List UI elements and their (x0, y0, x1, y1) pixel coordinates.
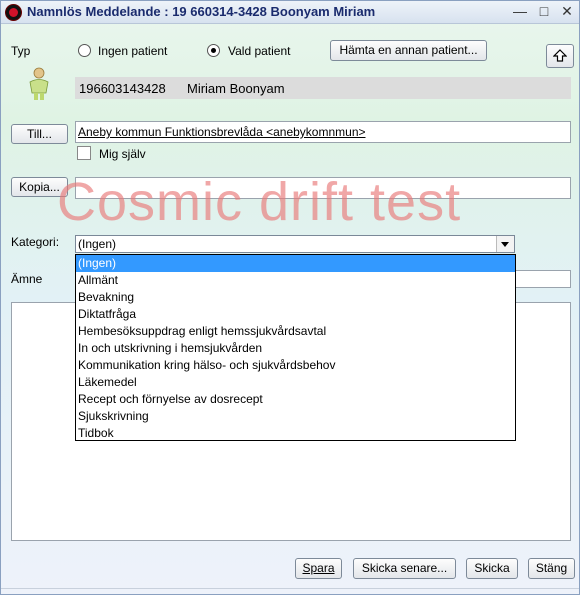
category-label: Kategori: (11, 235, 60, 249)
patient-id: 196603143428 (79, 81, 166, 96)
save-button-label: Spara (302, 561, 335, 575)
category-option[interactable]: Bevakning (76, 289, 515, 306)
category-option[interactable]: Sjukskrivning (76, 408, 515, 425)
save-button[interactable]: Spara (295, 558, 342, 579)
title-bar: Namnlös Meddelande : 19 660314-3428 Boon… (1, 1, 579, 24)
radio-no-patient[interactable] (78, 44, 91, 57)
to-button[interactable]: Till... (11, 124, 68, 144)
radio-selected-patient[interactable] (207, 44, 220, 57)
send-later-button[interactable]: Skicka senare... (353, 558, 456, 579)
send-button-label: Skicka (474, 561, 510, 575)
category-option[interactable]: Allmänt (76, 272, 515, 289)
arrow-up-icon (552, 49, 568, 62)
app-logo-icon (5, 4, 22, 21)
category-selected-value: (Ingen) (78, 237, 117, 251)
patient-name: Miriam Boonyam (187, 81, 285, 96)
patient-info-bar: 196603143428 Miriam Boonyam (75, 77, 571, 99)
window-title: Namnlös Meddelande : 19 660314-3428 Boon… (27, 4, 376, 19)
maximize-button[interactable]: □ (535, 4, 553, 20)
category-option[interactable]: Diktatfråga (76, 306, 515, 323)
radio-no-patient-label[interactable]: Ingen patient (98, 44, 167, 58)
minimize-button[interactable]: — (511, 4, 529, 20)
copy-button[interactable]: Kopia... (11, 177, 68, 197)
category-dropdown: (Ingen) Allmänt Bevakning Diktatfråga He… (75, 254, 516, 441)
radio-selected-patient-label[interactable]: Vald patient (228, 44, 291, 58)
category-option[interactable]: In och utskrivning i hemsjukvården (76, 340, 515, 357)
message-window: Namnlös Meddelande : 19 660314-3428 Boon… (0, 0, 580, 595)
myself-checkbox-label[interactable]: Mig själv (99, 147, 146, 161)
up-button[interactable] (546, 44, 574, 68)
patient-person-icon (27, 67, 51, 104)
bottom-divider (1, 588, 579, 589)
subject-label: Ämne (11, 272, 43, 286)
to-field[interactable]: Aneby kommun Funktionsbrevlåda <anebykom… (75, 121, 571, 143)
category-option[interactable]: Kommunikation kring hälso- och sjukvårds… (76, 357, 515, 374)
send-later-button-label: Skicka senare... (361, 561, 448, 575)
close-window-button[interactable]: ✕ (558, 4, 576, 20)
myself-checkbox[interactable] (77, 146, 91, 160)
type-label: Typ (11, 44, 31, 58)
category-select[interactable]: (Ingen) (75, 235, 515, 253)
category-option[interactable]: Hembesöksuppdrag enligt hemssjukvårdsavt… (76, 323, 515, 340)
chevron-down-icon[interactable] (496, 236, 514, 252)
fetch-other-patient-button[interactable]: Hämta en annan patient... (330, 40, 487, 61)
send-button[interactable]: Skicka (466, 558, 518, 579)
category-option[interactable]: Läkemedel (76, 374, 515, 391)
to-recipient[interactable]: Aneby kommun Funktionsbrevlåda <anebykom… (78, 125, 366, 139)
category-option[interactable]: Tidbok (76, 425, 515, 442)
close-button[interactable]: Stäng (528, 558, 575, 579)
close-button-label: Stäng (535, 561, 568, 575)
copy-field[interactable] (75, 177, 571, 199)
category-option[interactable]: (Ingen) (76, 255, 515, 272)
category-option[interactable]: Recept och förnyelse av dosrecept (76, 391, 515, 408)
